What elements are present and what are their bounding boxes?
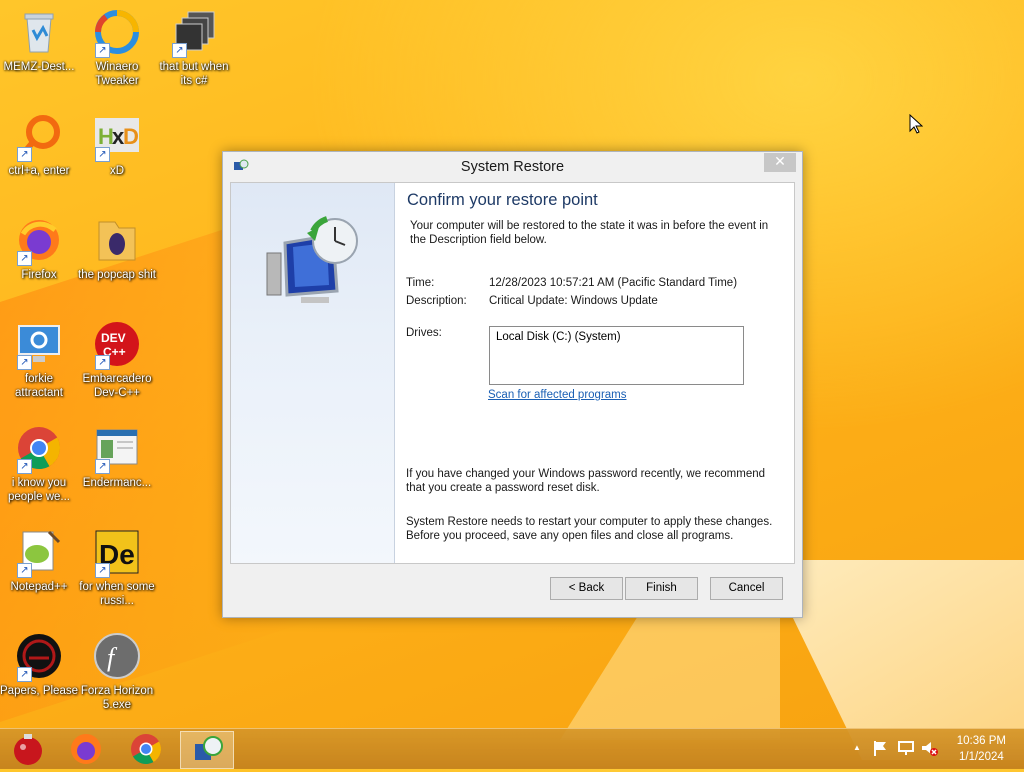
password-note: If you have changed your Windows passwor… [406, 468, 766, 494]
desktop-icon-label: ctrl+a, enter [8, 165, 70, 177]
system-restore-taskbar-icon[interactable] [180, 731, 234, 769]
drive-item[interactable]: Local Disk (C:) (System) [496, 331, 621, 343]
mouse-cursor-icon [909, 113, 924, 134]
de-icon: De ↗ [93, 528, 141, 578]
time-value: 12/28/2023 10:57:21 AM (Pacific Standard… [489, 277, 738, 289]
shortcut-arrow-icon: ↗ [17, 147, 32, 162]
cancel-button[interactable]: Cancel [710, 577, 783, 600]
volume-muted-icon[interactable] [920, 739, 938, 760]
desktop-icon-label: Winaero Tweaker [95, 61, 139, 87]
desktop-icon-label: Endermanc... [82, 477, 152, 489]
intro-text: Your computer will be restored to the st… [410, 220, 769, 246]
desktop-icon-papers-please[interactable]: ↗ Papers, Please [0, 632, 78, 698]
shortcut-arrow-icon: ↗ [17, 251, 32, 266]
desktop-icon-label: i know you people we... [7, 477, 70, 503]
desktop-icon-ctrl-a[interactable]: ↗ ctrl+a, enter [0, 112, 78, 178]
desktop-icon-forkie[interactable]: ↗ forkie attractant [0, 320, 78, 400]
chrome-taskbar-icon[interactable] [120, 731, 172, 767]
shortcut-arrow-icon: ↗ [17, 355, 32, 370]
desktop-icon-label: the popcap shit [78, 269, 157, 281]
desktop-icon-stacked[interactable]: ↗ that but when its c# [155, 8, 233, 88]
ornament-app-icon[interactable] [2, 731, 54, 767]
winaero-icon: ↗ [93, 8, 141, 58]
desktop-icon-de[interactable]: De ↗ for when some russi... [78, 528, 156, 608]
monitor-gear-icon: ↗ [15, 320, 63, 370]
dialog-title: System Restore [460, 159, 565, 175]
folder-icon [93, 216, 141, 264]
back-button[interactable]: < Back [550, 577, 623, 600]
desktop-icon-label: Notepad++ [10, 581, 68, 593]
page-heading: Confirm your restore point [407, 191, 598, 209]
orange-magnifier-icon: ↗ [15, 112, 63, 162]
shortcut-arrow-icon: ↗ [17, 459, 32, 474]
firefox-icon: ↗ [15, 216, 63, 266]
firefox-taskbar-icon[interactable] [60, 731, 112, 767]
description-value: Critical Update: Windows Update [489, 295, 658, 307]
restart-note: System Restore needs to restart your com… [406, 516, 773, 542]
close-button[interactable]: ✕ [764, 153, 796, 172]
scan-affected-programs-link[interactable]: Scan for affected programs [488, 389, 627, 401]
show-hidden-icons-chevron-icon[interactable]: ▲ [853, 743, 861, 752]
svg-text:DEV: DEV [101, 331, 126, 345]
network-icon[interactable] [897, 739, 915, 760]
shortcut-arrow-icon: ↗ [95, 43, 110, 58]
desktop-icon-forza[interactable]: f Forza Horizon 5.exe [78, 632, 156, 712]
action-center-flag-icon[interactable] [872, 739, 888, 760]
system-restore-illustration-icon [263, 213, 363, 313]
desktop-icon-endermanch[interactable]: ↗ Endermanc... [78, 424, 156, 490]
desktop-icon-notepadpp[interactable]: ↗ Notepad++ [0, 528, 78, 594]
papers-please-icon: ↗ [15, 632, 63, 682]
desktop-icon-label: forkie attractant [15, 373, 63, 399]
desktop-icon-popcap[interactable]: the popcap shit [78, 216, 156, 282]
wallpaper-shape [560, 600, 780, 740]
svg-text:D: D [123, 124, 139, 149]
desktop-icon-label: Forza Horizon 5.exe [80, 685, 154, 711]
desktop-icon-winaero[interactable]: ↗ Winaero Tweaker [78, 8, 156, 88]
shortcut-arrow-icon: ↗ [95, 459, 110, 474]
dialog-titlebar[interactable]: System Restore ✕ [223, 152, 802, 182]
desktop-icon-hxd[interactable]: HxD ↗ xD [78, 112, 156, 178]
taskbar-clock[interactable]: 10:36 PM 1/1/2024 [957, 733, 1006, 765]
finish-button[interactable]: Finish [625, 577, 698, 600]
notepadpp-icon: ↗ [15, 528, 63, 578]
wizard-side-pane [231, 183, 395, 563]
shortcut-arrow-icon: ↗ [17, 667, 32, 682]
shortcut-arrow-icon: ↗ [95, 355, 110, 370]
drives-list[interactable]: Local Disk (C:) (System) [489, 326, 744, 385]
desktop-icon-label: Embarcadero Dev-C++ [82, 373, 152, 399]
desktop-icon-label: that but when its c# [159, 61, 229, 87]
dialog-content: Confirm your restore point Your computer… [230, 182, 795, 564]
time-label: Time: [406, 277, 435, 289]
clock-time: 10:36 PM [956, 735, 1006, 747]
clock-date: 1/1/2024 [959, 751, 1004, 763]
taskbar: ▲ 10:36 PM 1/1/2024 [0, 728, 1024, 769]
desktop-icon-label: for when some russi... [79, 581, 155, 607]
desktop-icon-label: xD [109, 165, 125, 177]
desktop-icon-firefox[interactable]: ↗ Firefox [0, 216, 78, 282]
system-restore-dialog: System Restore ✕ Confirm your restore po… [222, 151, 803, 618]
window-app-icon: ↗ [93, 424, 141, 474]
desktop-icon-label: Papers, Please [0, 685, 78, 697]
shortcut-arrow-icon: ↗ [17, 563, 32, 578]
chrome-icon: ↗ [15, 424, 63, 474]
shortcut-arrow-icon: ↗ [172, 43, 187, 58]
hxd-icon: HxD ↗ [93, 112, 141, 162]
notification-area: ▲ [850, 729, 938, 769]
desktop-icon-label: Firefox [21, 269, 57, 281]
stacked-windows-icon: ↗ [170, 8, 218, 58]
recycle-bin-icon [15, 8, 63, 56]
shortcut-arrow-icon: ↗ [95, 147, 110, 162]
flash-icon: f [93, 632, 141, 680]
drives-label: Drives: [406, 327, 442, 339]
devcpp-icon: DEV C++ ↗ [93, 320, 141, 370]
desktop-icon-chrome[interactable]: ↗ i know you people we... [0, 424, 78, 504]
desktop-icon-memz[interactable]: MEMZ-Dest... [0, 8, 78, 74]
desktop-icon-label: MEMZ-Dest... [3, 61, 75, 73]
desktop-icon-devcpp[interactable]: DEV C++ ↗ Embarcadero Dev-C++ [78, 320, 156, 400]
description-label: Description: [406, 295, 467, 307]
shortcut-arrow-icon: ↗ [95, 563, 110, 578]
